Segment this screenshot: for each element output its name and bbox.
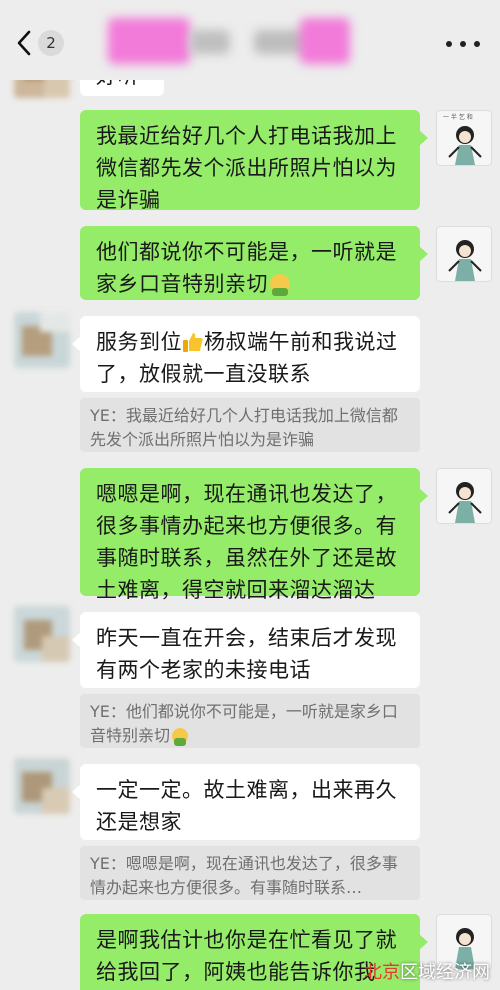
quoted-reply[interactable]: YE：他们都说你不可能是，一听就是家乡口音特别亲切 — [80, 694, 420, 748]
message-text-part1: 服务到位 — [96, 330, 182, 354]
message-text: 一定一定。故土难离，出来再久还是想家 — [96, 778, 397, 834]
back-chevron-icon — [17, 30, 31, 56]
message-text: 是啊我估计也你是在忙看见了就给我回了，阿姨也能告诉你我 — [96, 928, 397, 984]
cartoon-girl-icon: 一 半 乞 和 — [443, 113, 482, 165]
message-bubble-left[interactable]: 昨天一直在开会，结束后才发现有两个老家的未接电话 — [72, 612, 420, 688]
self-avatar[interactable]: 一 半 乞 和 — [436, 110, 492, 166]
message-text: 昨天一直在开会，结束后才发现有两个老家的未接电话 — [96, 626, 397, 682]
back-button[interactable]: 2 — [16, 28, 64, 58]
message-bubble-right[interactable]: 嗯嗯是啊，现在通讯也发达了，很多事情办起来也方便很多。有事随时联系，虽然在外了还… — [80, 468, 428, 602]
message-bubble-right[interactable]: 他们都说你不可能是，一听就是家乡口音特别亲切 — [80, 226, 428, 300]
contact-avatar[interactable] — [14, 312, 70, 368]
site-watermark: 北京区域经济网 — [364, 962, 490, 983]
quote-text: YE：我最近给好几个人打电话我加上微信都先发个派出所照片怕以为是诈骗 — [90, 406, 398, 449]
message-bubble-left[interactable]: 一定一定。故土难离，出来再久还是想家 — [72, 764, 420, 840]
message-text: 他们都说你不可能是，一听就是家乡口音特别亲切 — [96, 240, 397, 296]
quoted-reply[interactable]: YE：我最近给好几个人打电话我加上微信都先发个派出所照片怕以为是诈骗 — [80, 398, 420, 452]
self-avatar[interactable] — [436, 468, 492, 524]
more-dots-icon[interactable] — [446, 36, 480, 52]
emoji-face-icon — [172, 728, 189, 746]
message-bubble-left[interactable]: 服务到位 杨叔端午前和我说过了，放假就一直没联系 — [72, 316, 420, 392]
cartoon-girl-icon — [448, 482, 482, 523]
quoted-reply[interactable]: YE：嗯嗯是啊，现在通讯也发达了，很多事情办起来也方便很多。有事随时联系… — [80, 846, 420, 900]
cartoon-girl-icon — [448, 240, 482, 281]
contact-avatar[interactable] — [14, 606, 70, 662]
unread-count-badge: 2 — [38, 30, 64, 56]
thumbs-up-icon — [183, 333, 203, 352]
self-avatar[interactable] — [436, 226, 492, 282]
contact-avatar[interactable] — [14, 758, 70, 814]
message-text: 我最近给好几个人打电话我加上微信都先发个派出所照片怕以为是诈骗 — [96, 124, 397, 212]
message-text: 嗯嗯是啊，现在通讯也发达了，很多事情办起来也方便很多。有事随时联系，虽然在外了还… — [96, 482, 397, 602]
svg-text:一 半 乞 和: 一 半 乞 和 — [443, 113, 473, 121]
emoji-face-icon — [270, 274, 290, 296]
message-bubble-right[interactable]: 我最近给好几个人打电话我加上微信都先发个派出所照片怕以为是诈骗 — [80, 110, 428, 212]
chat-header: 2 — [0, 0, 500, 80]
quote-text: YE：他们都说你不可能是，一听就是家乡口音特别亲切 — [90, 702, 398, 745]
quote-text: YE：嗯嗯是啊，现在通讯也发达了，很多事情办起来也方便很多。有事随时联系… — [90, 854, 398, 897]
